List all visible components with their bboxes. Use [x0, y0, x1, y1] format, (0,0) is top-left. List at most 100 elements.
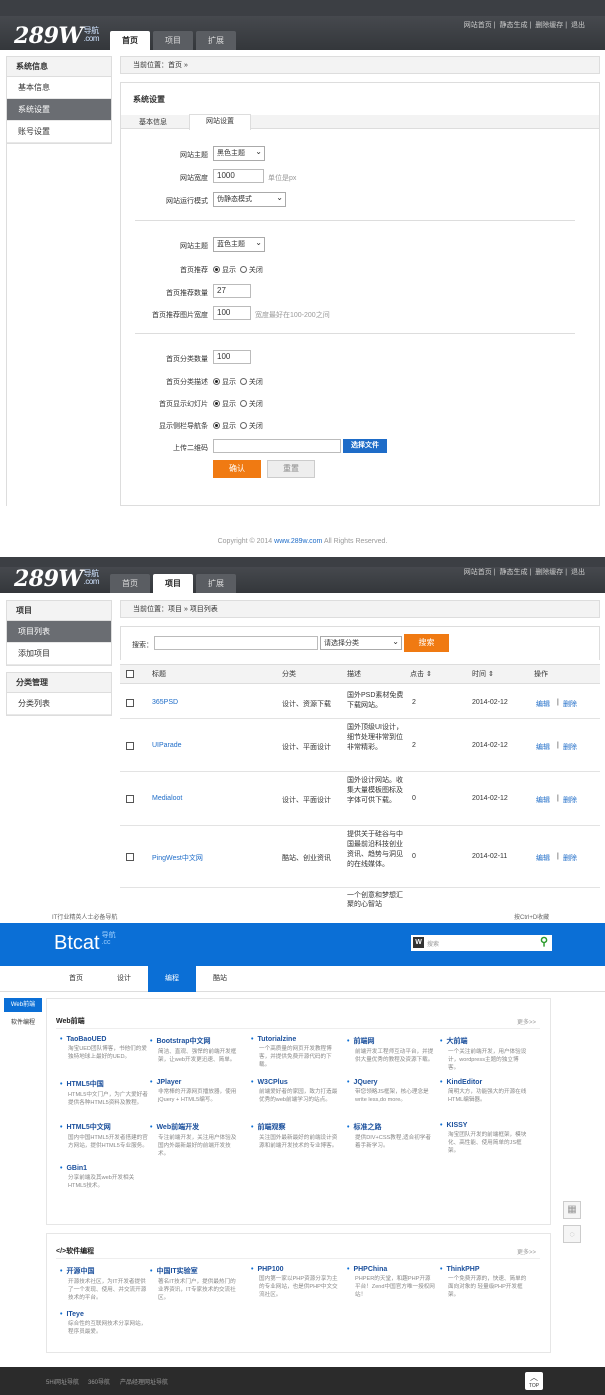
site-name[interactable]: Bootstrap中文网 — [150, 1036, 238, 1046]
row-edit-link[interactable]: 编辑 — [536, 795, 550, 805]
site-card[interactable]: 中国IT实验室著名IT技术门户，提供最热门的业界资讯，IT专家技术的交流社区。 — [150, 1266, 238, 1302]
radio-on-icon[interactable] — [213, 421, 220, 429]
site-card[interactable]: KISSY 淘宝团队开发的前端框架，模块化、高性能、使用简单的JS框架。 — [440, 1122, 528, 1155]
site-card[interactable]: Web前端开发专注前端开发，关注用户体验及国内外最新最好的前端开发技术。 — [150, 1122, 238, 1158]
link-site-home[interactable]: 网站首页 — [464, 22, 492, 29]
site-logo[interactable]: 289W导航 .com — [14, 23, 99, 49]
site-name[interactable]: W3CPlus — [251, 1079, 339, 1086]
site-card[interactable]: JQuery 带您领略JS框架，核心理念是write less,do more。 — [347, 1079, 435, 1104]
col-clicks[interactable]: 点击 ⇕ — [410, 665, 432, 685]
confirm-button[interactable]: 确认 — [213, 460, 261, 478]
tab-projects[interactable]: 项目 — [153, 574, 193, 593]
row-title[interactable]: UIParade — [152, 742, 182, 749]
site-name[interactable]: ITeye — [60, 1311, 148, 1318]
rec-radio[interactable]: 显示 关闭 — [213, 265, 263, 275]
sidebar-item-category-list[interactable]: 分类列表 — [7, 693, 111, 715]
row-title[interactable]: 365PSD — [152, 699, 178, 706]
footer-link-3[interactable]: 产品经理网址导航 — [120, 1377, 168, 1386]
search-box[interactable]: W 搜索 ⚲ — [411, 935, 552, 951]
choose-file-button[interactable]: 选择文件 — [343, 439, 387, 453]
row-edit-link[interactable]: 编辑 — [536, 742, 550, 752]
nav-programming[interactable]: 编程 — [148, 966, 196, 992]
site-card[interactable]: TaoBaoUED 淘宝UED团队博客，书他们的爱独特地球上最好的UED。 — [60, 1036, 148, 1061]
topbar-bookmark[interactable]: 按Ctrl+D收藏 — [514, 912, 549, 921]
category-select[interactable]: 请选择分类 — [320, 635, 402, 650]
row-title[interactable]: Medialoot — [152, 795, 182, 802]
sidebar-item-project-list[interactable]: 项目列表 — [7, 621, 111, 643]
site-card[interactable]: PHP100 国内第一家以PHP资源分享为主的专业网站，也是供PHP中文交流社区。 — [251, 1266, 339, 1299]
radio-off-icon[interactable] — [239, 399, 247, 407]
site-name[interactable]: 前端观察 — [251, 1122, 339, 1132]
rec-img-input[interactable]: 100 — [213, 306, 251, 320]
row-checkbox[interactable] — [126, 741, 134, 750]
section-web-more[interactable]: 更多>> — [517, 1017, 536, 1026]
tab-home[interactable]: 首页 — [110, 31, 150, 50]
link-site-home[interactable]: 网站首页 — [464, 569, 492, 576]
site-name[interactable]: Web前端开发 — [150, 1122, 238, 1132]
float-qr-icon[interactable]: ▦ — [563, 1201, 581, 1219]
col-time[interactable]: 时间 ⇕ — [472, 665, 494, 685]
radio-off-icon[interactable] — [239, 421, 247, 429]
row-title[interactable]: PingWest中文网 — [152, 853, 203, 863]
sidebar-item-basic[interactable]: 基本信息 — [7, 77, 111, 99]
left-tab-software[interactable]: 软件编程 — [4, 1016, 42, 1030]
radio-on-icon[interactable] — [213, 399, 220, 407]
site-card[interactable]: GBin1 分享前端及其web开发相关HTML5技术。 — [60, 1165, 148, 1190]
site-card[interactable]: Tutorialzine 一个高质量的网页开发教程博客，并提供免费开源代码的下载。 — [251, 1036, 339, 1069]
nav-cool-sites[interactable]: 酷站 — [196, 966, 244, 992]
slide-radio[interactable]: 显示 关闭 — [213, 399, 263, 409]
site-name[interactable]: 前端网 — [347, 1036, 435, 1046]
site-card[interactable]: 前端网前端开发工程师互动平台，并提供大量优秀的教程及资源下载。 — [347, 1036, 435, 1064]
site-card[interactable]: 标准之路提供DIV+CSS教程,适合初学者着手新学习。 — [347, 1122, 435, 1150]
sidebar-item-account[interactable]: 账号设置 — [7, 121, 111, 143]
btcat-logo[interactable]: Btcat 导航 .cc — [54, 932, 116, 955]
site-card[interactable]: JPlayer 非常棒的开源网页播放器，使用jQuery + HTML5编写。 — [150, 1079, 238, 1104]
cat-desc-radio[interactable]: 显示 关闭 — [213, 377, 263, 387]
row-edit-link[interactable]: 编辑 — [536, 853, 550, 863]
subtab-basic[interactable]: 基本信息 — [139, 117, 167, 127]
site-name[interactable]: GBin1 — [60, 1165, 148, 1172]
radio-on-icon[interactable] — [213, 377, 220, 385]
footer-link-1[interactable]: 5Hi网址导航 — [46, 1377, 79, 1386]
site-card[interactable]: KindEditor 简明大方，功能强大的开源在线HTML编辑器。 — [440, 1079, 528, 1104]
site-name[interactable]: 标准之路 — [347, 1122, 435, 1132]
site-card[interactable]: ITeye 综合性的互联网技术分享网站，程序员最爱。 — [60, 1311, 148, 1336]
site-card[interactable]: HTML5中文网国内中国HTML5开发者搭建的官方网站，提供HTML5专业服务。 — [60, 1122, 148, 1150]
row-delete-link[interactable]: 删除 — [563, 742, 577, 752]
row-delete-link[interactable]: 删除 — [563, 853, 577, 863]
theme2-select[interactable]: 蓝色主题 — [213, 236, 265, 252]
site-card[interactable]: ThinkPHP 一个免费开源的，快速、简单的面向对象的 轻量级PHP开发框架。 — [440, 1266, 528, 1299]
cat-count-input[interactable]: 100 — [213, 350, 251, 364]
site-name[interactable]: PHPChina — [347, 1266, 435, 1273]
site-card[interactable]: HTML5中国 HTML5中文门户，为广大爱好者提供各种HTML5资料及教程。 — [60, 1079, 148, 1107]
select-all-checkbox[interactable] — [126, 670, 134, 678]
link-static-gen[interactable]: 静态生成 — [499, 569, 527, 576]
site-name[interactable]: Tutorialzine — [251, 1036, 339, 1043]
site-card[interactable]: Bootstrap中文网简洁、直观、强悍的前端开发框架，让web开发更迅速、简单… — [150, 1036, 238, 1064]
row-delete-link[interactable]: 删除 — [563, 699, 577, 709]
theme-select[interactable]: 黑色主题 — [213, 145, 265, 161]
search-engine-icon[interactable]: W — [413, 937, 424, 948]
site-name[interactable]: 大前端 — [440, 1036, 528, 1046]
tab-home[interactable]: 首页 — [110, 574, 150, 593]
mode-select[interactable]: 伪静态模式 — [213, 191, 286, 207]
search-icon[interactable]: ⚲ — [540, 935, 548, 948]
tab-extend[interactable]: 扩展 — [196, 574, 236, 593]
row-delete-link[interactable]: 删除 — [563, 795, 577, 805]
link-logout[interactable]: 退出 — [571, 569, 585, 576]
footer-link-2[interactable]: 360导航 — [88, 1377, 110, 1386]
radio-off-icon[interactable] — [239, 377, 247, 385]
row-checkbox[interactable] — [126, 853, 134, 861]
site-name[interactable]: HTML5中文网 — [60, 1122, 148, 1132]
site-logo[interactable]: 289W导航 .com — [14, 566, 99, 592]
section-soft-more[interactable]: 更多>> — [517, 1247, 536, 1256]
site-name[interactable]: HTML5中国 — [60, 1079, 148, 1089]
back-to-top-button[interactable]: ︿ TOP — [525, 1372, 543, 1390]
site-card[interactable]: 前端观察关注国外最新最好的前端设计资源和前端开发技术的专业博客。 — [251, 1122, 339, 1150]
site-name[interactable]: KindEditor — [440, 1079, 528, 1086]
tab-extend[interactable]: 扩展 — [196, 31, 236, 50]
site-name[interactable]: ThinkPHP — [440, 1266, 528, 1273]
site-name[interactable]: 中国IT实验室 — [150, 1266, 238, 1276]
search-button[interactable]: 搜索 — [404, 634, 449, 652]
radio-off-icon[interactable] — [239, 265, 247, 273]
